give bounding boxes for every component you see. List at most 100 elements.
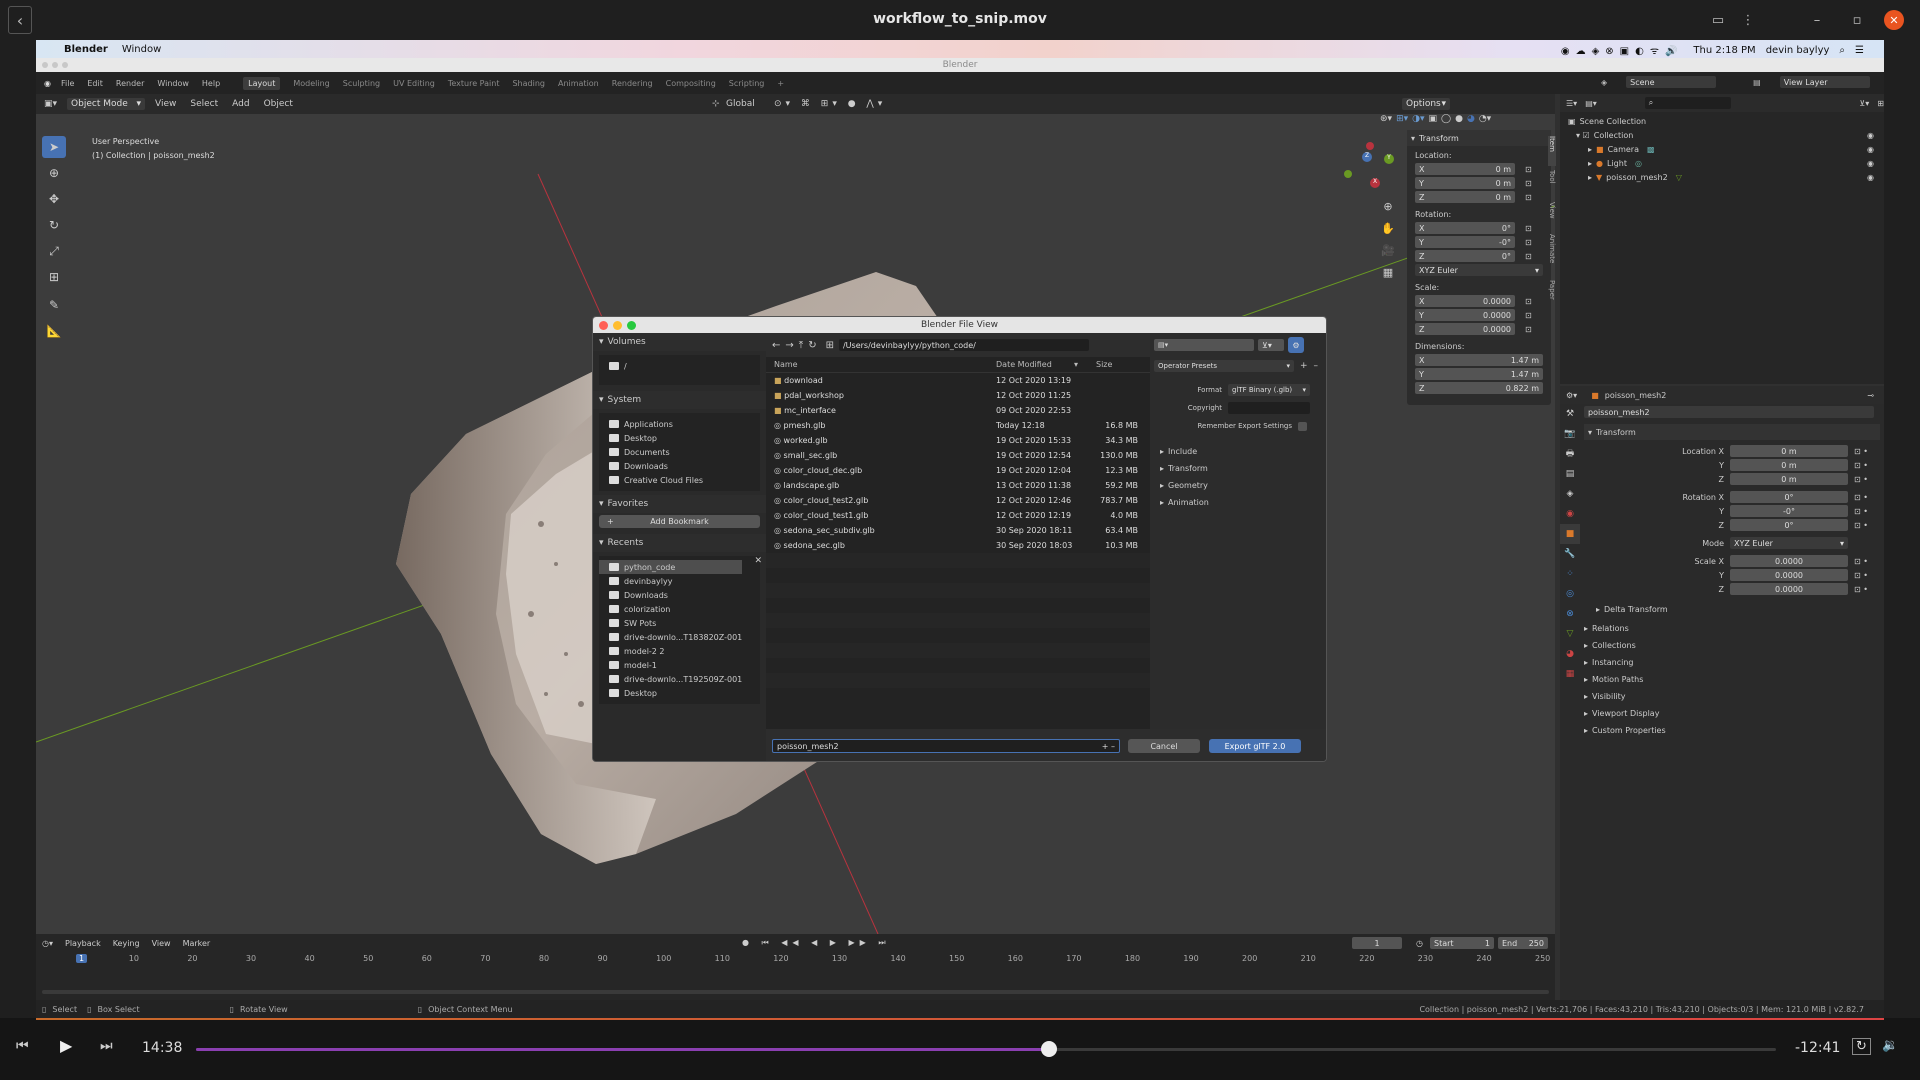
dialog-close-button[interactable] (599, 321, 608, 330)
file-row[interactable]: ■ pdal_workshop 12 Oct 2020 11:25 (766, 388, 1150, 403)
parent-dir-icon[interactable]: ⤒ (799, 340, 803, 351)
new-collection-icon[interactable]: ⊞ (1877, 99, 1884, 108)
menu-render[interactable]: Render (116, 79, 144, 88)
visibility-icon[interactable]: ⊛▾ (1380, 114, 1392, 124)
display-mode-dropdown[interactable]: ▤▾ (1154, 339, 1254, 351)
grid-view-icon[interactable]: ▦ (1380, 262, 1396, 284)
rotation-mode-dropdown[interactable]: XYZ Euler ▾ (1415, 264, 1543, 276)
skip-forward-button[interactable]: ⏭ (100, 1038, 113, 1054)
recent-item[interactable]: model-1 (599, 658, 760, 672)
lock-icon[interactable]: ⊡ (1525, 311, 1532, 320)
prop-location-z[interactable]: 0 m (1730, 473, 1848, 485)
eye-icon[interactable]: ◉ (1867, 159, 1874, 168)
viewport-menu-add[interactable]: Add (232, 99, 249, 109)
prop-rotation-z[interactable]: 0° (1730, 519, 1848, 531)
collapse-icon[interactable]: ▾ (1411, 134, 1415, 143)
end-frame-field[interactable]: End 250 (1498, 937, 1548, 949)
display-mode-icon[interactable]: ▤▾ (1585, 99, 1597, 108)
lock-icon[interactable]: ⊡ (1525, 252, 1532, 261)
current-frame-field[interactable]: 1 (1352, 937, 1402, 949)
option-group-geometry[interactable]: ▸ Geometry (1160, 477, 1326, 494)
timeline-menu-view[interactable]: View (152, 939, 171, 948)
outliner-scene-collection[interactable]: ▣ Scene Collection (1568, 114, 1884, 128)
lock-icon[interactable]: ⊡ • (1854, 507, 1868, 516)
recent-item[interactable]: devinbaylyy (599, 574, 760, 588)
shading-wireframe-icon[interactable]: ◯ (1441, 114, 1451, 124)
file-row[interactable]: ◎ color_cloud_test2.glb 12 Oct 2020 12:46… (766, 493, 1150, 508)
path-field[interactable]: /Users/devinbaylyy/python_code/ (838, 339, 1089, 351)
recent-item[interactable]: drive-downlo...T192509Z-001 (599, 672, 760, 686)
scale-z-field[interactable]: Z 0.0000 (1415, 323, 1515, 335)
viewport-menu-object[interactable]: Object (264, 99, 293, 109)
system-item-creative-cloud[interactable]: Creative Cloud Files (599, 473, 760, 487)
transform-tool[interactable]: ⊞ (42, 266, 66, 288)
editor-type-icon[interactable]: ▣▾ (44, 99, 57, 109)
physics-tab-icon[interactable]: ◎ (1560, 584, 1580, 604)
navigation-gizmo[interactable]: Z Y X (1340, 142, 1400, 192)
tab-tool[interactable]: Tool (1548, 170, 1556, 198)
constraints-tab-icon[interactable]: ⊗ (1560, 604, 1580, 624)
modifier-tab-icon[interactable]: 🔧 (1560, 544, 1580, 564)
camera-view-icon[interactable]: 🎥 (1380, 240, 1396, 262)
lock-icon[interactable]: ⊡ • (1854, 521, 1868, 530)
menubar-user[interactable]: devin baylyy (1766, 45, 1830, 56)
lock-icon[interactable]: ⊡ (1525, 193, 1532, 202)
tool-tab-icon[interactable]: ⚒ (1560, 404, 1580, 424)
tab-animate[interactable]: Animate (1548, 234, 1556, 276)
lock-icon[interactable]: ⊡ (1525, 179, 1532, 188)
tab-sculpting[interactable]: Sculpting (343, 79, 380, 88)
menubar-app-name[interactable]: Blender (64, 44, 108, 55)
system-item-documents[interactable]: Documents (599, 445, 760, 459)
cancel-button[interactable]: Cancel (1128, 739, 1200, 753)
export-gltf-button[interactable]: Export glTF 2.0 (1209, 739, 1301, 753)
file-row[interactable]: ◎ sedona_sec.glb 30 Sep 2020 18:03 10.3 MB (766, 538, 1150, 553)
dialog-minimize-button[interactable] (613, 321, 622, 330)
lock-icon[interactable]: ⊡ • (1854, 585, 1868, 594)
play-button[interactable]: ▶ (60, 1036, 72, 1055)
lock-icon[interactable]: ⊡ • (1854, 461, 1868, 470)
panel-relations[interactable]: ▸ Relations (1584, 620, 1880, 637)
world-tab-icon[interactable]: ◉ (1560, 504, 1580, 524)
panel-instancing[interactable]: ▸ Instancing (1584, 654, 1880, 671)
menu-edit[interactable]: Edit (87, 79, 103, 88)
file-row[interactable]: ◎ pmesh.glb Today 12:18 16.8 MB (766, 418, 1150, 433)
tab-paper[interactable]: Paper (1548, 280, 1556, 312)
scene-tab-icon[interactable]: ◈ (1560, 484, 1580, 504)
panel-custom-properties[interactable]: ▸ Custom Properties (1584, 722, 1880, 739)
add-workspace-button[interactable]: + (777, 79, 784, 88)
forward-arrow-icon[interactable]: → (785, 340, 793, 351)
scale-x-field[interactable]: X 0.0000 (1415, 295, 1515, 307)
seek-handle[interactable] (1041, 1041, 1058, 1057)
recent-item[interactable]: Downloads (599, 588, 760, 602)
option-group-transform[interactable]: ▸ Transform (1160, 460, 1326, 477)
volume-root[interactable]: / (599, 359, 760, 373)
tab-view[interactable]: View (1548, 202, 1556, 230)
lock-icon[interactable]: ⊡ (1525, 224, 1532, 233)
remember-settings-checkbox[interactable] (1298, 421, 1307, 431)
outliner-item-light[interactable]: ▸ ● Light ◎ ◉ (1568, 156, 1884, 170)
minimize-button[interactable]: – (1804, 8, 1830, 32)
add-bookmark-button[interactable]: + Add Bookmark (599, 515, 760, 528)
select-box-tool[interactable]: ➤ (42, 136, 66, 158)
lock-icon[interactable]: ⊡ (1525, 325, 1532, 334)
spotlight-icon[interactable]: ⌕ (1839, 45, 1845, 56)
timeline-menu-keying[interactable]: Keying (113, 939, 140, 948)
sort-icon[interactable]: ▾ (1074, 360, 1078, 369)
file-row[interactable]: ◎ landscape.glb 13 Oct 2020 11:38 59.2 MB (766, 478, 1150, 493)
shading-solid-icon[interactable]: ● (1455, 114, 1463, 124)
material-tab-icon[interactable]: ◕ (1560, 644, 1580, 664)
transform-orientation[interactable]: Global (726, 99, 755, 109)
lock-icon[interactable]: ⊡ (1525, 238, 1532, 247)
scale-tool[interactable]: ⤢ (42, 240, 66, 262)
menu-file[interactable]: File (61, 79, 74, 88)
shading-material-icon[interactable]: ◕ (1467, 114, 1475, 124)
back-arrow-icon[interactable]: ← (772, 340, 780, 351)
panel-motion-paths[interactable]: ▸ Motion Paths (1584, 671, 1880, 688)
viewport-menu-view[interactable]: View (155, 99, 176, 109)
prop-scale-y[interactable]: 0.0000 (1730, 569, 1848, 581)
more-button[interactable]: ⋮ (1735, 8, 1761, 32)
properties-editor-icon[interactable]: ⚙▾ (1566, 391, 1577, 400)
prop-scale-x[interactable]: 0.0000 (1730, 555, 1848, 567)
overlay-icon[interactable]: ◑▾ (1412, 114, 1424, 124)
tab-layout[interactable]: Layout (243, 76, 281, 90)
